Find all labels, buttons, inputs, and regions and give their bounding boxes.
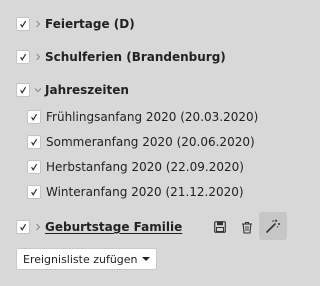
event-checkbox[interactable] <box>27 160 41 174</box>
calendar-label-schulferien[interactable]: Schulferien (Brandenburg) <box>45 50 226 64</box>
checkmark-icon <box>20 86 27 94</box>
list-item: Herbstanfang 2020 (22.09.2020) <box>0 156 310 178</box>
calendar-list-panel: Feiertage (D) Schulferien (Brandenburg) … <box>0 0 310 286</box>
event-checkbox[interactable] <box>27 110 41 124</box>
chevron-right-icon[interactable] <box>34 20 42 28</box>
trash-icon <box>242 221 252 234</box>
chevron-down-icon[interactable] <box>34 86 42 94</box>
calendar-label-jahreszeiten[interactable]: Jahreszeiten <box>45 83 129 97</box>
caret-down-icon <box>141 257 150 261</box>
calendar-checkbox-jahreszeiten[interactable] <box>16 83 30 97</box>
checkmark-icon <box>20 20 27 28</box>
calendar-row-schulferien: Schulferien (Brandenburg) <box>0 46 310 68</box>
event-label[interactable]: Frühlingsanfang 2020 (20.03.2020) <box>46 110 258 124</box>
checkmark-icon <box>31 163 38 171</box>
event-checkbox[interactable] <box>27 135 41 149</box>
calendar-checkbox-geburtstage[interactable] <box>16 220 30 234</box>
event-label[interactable]: Winteranfang 2020 (21.12.2020) <box>46 185 244 199</box>
list-item: Frühlingsanfang 2020 (20.03.2020) <box>0 106 310 128</box>
calendar-label-geburtstage[interactable]: Geburtstage Familie <box>45 220 182 234</box>
checkmark-icon <box>20 53 27 61</box>
checkmark-icon <box>31 138 38 146</box>
add-event-list-dropdown[interactable]: Ereignisliste zufügen <box>16 248 157 270</box>
chevron-right-icon[interactable] <box>34 223 42 231</box>
calendar-row-feiertage: Feiertage (D) <box>0 13 310 35</box>
chevron-right-icon[interactable] <box>34 53 42 61</box>
calendar-label-feiertage[interactable]: Feiertage (D) <box>45 17 135 31</box>
calendar-row-geburtstage: Geburtstage Familie <box>0 212 310 240</box>
checkmark-icon <box>20 223 27 231</box>
save-icon <box>214 221 226 233</box>
magic-wand-icon <box>266 219 280 233</box>
delete-button[interactable] <box>234 214 260 240</box>
save-button[interactable] <box>207 214 233 240</box>
event-checkbox[interactable] <box>27 185 41 199</box>
checkmark-icon <box>31 113 38 121</box>
calendar-row-jahreszeiten: Jahreszeiten <box>0 79 310 101</box>
calendar-checkbox-schulferien[interactable] <box>16 50 30 64</box>
magic-wand-button[interactable] <box>259 212 287 240</box>
calendar-checkbox-feiertage[interactable] <box>16 17 30 31</box>
add-event-list-label: Ereignisliste zufügen <box>23 252 138 266</box>
checkmark-icon <box>31 188 38 196</box>
event-label[interactable]: Sommeranfang 2020 (20.06.2020) <box>46 135 255 149</box>
list-item: Winteranfang 2020 (21.12.2020) <box>0 181 310 203</box>
list-item: Sommeranfang 2020 (20.06.2020) <box>0 131 310 153</box>
event-label[interactable]: Herbstanfang 2020 (22.09.2020) <box>46 160 244 174</box>
